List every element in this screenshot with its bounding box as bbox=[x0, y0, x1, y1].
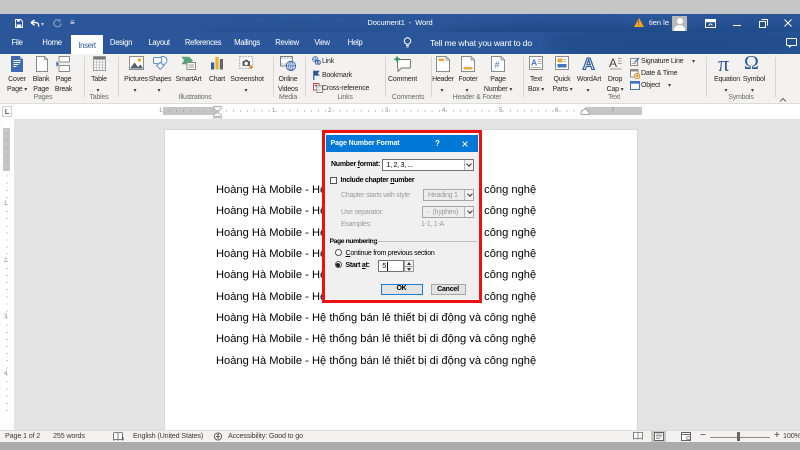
svg-text:A: A bbox=[609, 56, 617, 70]
svg-text:A: A bbox=[531, 58, 537, 68]
svg-text:#: # bbox=[495, 60, 500, 70]
svg-text:A: A bbox=[582, 55, 594, 71]
